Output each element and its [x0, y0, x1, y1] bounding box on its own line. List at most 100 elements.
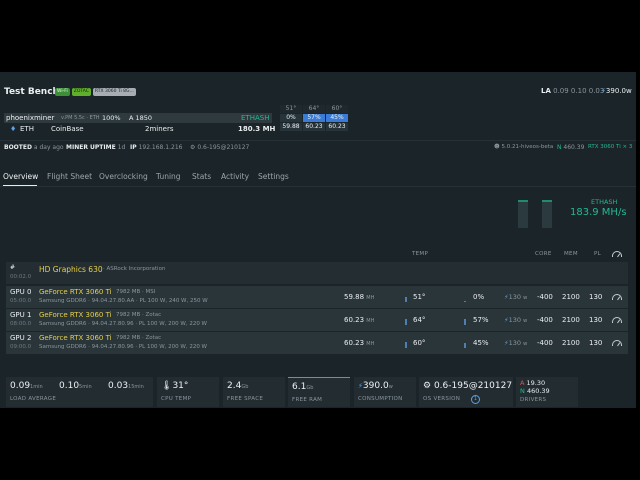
miner-coin: ETH [20, 125, 34, 133]
gpu-temp: 60° [413, 339, 426, 347]
col-core: CORE [535, 251, 552, 257]
os-build: ☻ 5.0.21-hiveos-beta [494, 144, 554, 150]
gpu-temp-bar [405, 297, 407, 302]
stat-consumption: ⚡390.0w CONSUMPTION [354, 377, 416, 407]
gpu-summary: RTX 3060 Ti × 3 [588, 144, 633, 150]
col-temp: TEMP [412, 251, 429, 257]
miner-percent: 100% [102, 114, 121, 122]
gpu-pl: 130 [589, 293, 603, 301]
ip-address: IP 192.168.1.216 [130, 144, 183, 151]
gpu-core: -400 [537, 316, 553, 324]
gpu-detail: Samsung GDDR6 · 94.04.27.80.AA · PL 100 … [39, 298, 208, 304]
gpu-fan-bar [464, 301, 466, 302]
rig-panel: Test Bench Wi-Fi ZOTAC RTX 3060 Ti 8G... L… [0, 72, 636, 408]
tab-tuning[interactable]: Tuning [156, 172, 181, 181]
gpu-mem: 2100 [562, 339, 580, 347]
gpu-temp: 51° [413, 293, 426, 301]
gpu-detail: Samsung GDDR6 · 94.04.27.80.96 · PL 100 … [39, 321, 207, 327]
gpu-pl: 130 [589, 316, 603, 324]
hashrate-mini-bar-2 [542, 200, 552, 228]
gpu-fan: 45% [473, 339, 489, 347]
thermometer-icon: 🌡 [161, 381, 173, 391]
gpu-row[interactable]: GPU 0 05:00.0 GeForce RTX 3060 Ti 7982 M… [6, 286, 628, 308]
gpu-row[interactable]: GPU 1 08:00.0 GeForce RTX 3060 Ti 7982 M… [6, 309, 628, 331]
gpu-row[interactable]: GPU 2 09:00.0 GeForce RTX 3060 Ti 7982 M… [6, 332, 628, 354]
tab-flight-sheet[interactable]: Flight Sheet [47, 172, 92, 181]
hive-icon: ⚙ [190, 144, 196, 151]
load-average-label: LOAD AVERAGE [10, 396, 57, 402]
gpu-hash: 60.23 MH [344, 339, 375, 347]
grid-fan-2: 45% [326, 114, 348, 122]
miner-name: phoenixminer [6, 114, 55, 122]
gpu-name: GeForce RTX 3060 Ti [39, 288, 112, 296]
gpu-bus: 08:00.0 [10, 321, 32, 327]
tag-wifi: Wi-Fi [55, 88, 70, 96]
miner-box[interactable]: phoenixminer v.PM 5.5c · ETH 100% A 1850… [4, 113, 276, 135]
gpu-power: ⚡130 w [504, 316, 528, 324]
nvidia-driver: N 460.39 [557, 144, 585, 151]
miner-version: v.PM 5.5c · ETH [61, 115, 100, 121]
grid-fan-1: 57% [303, 114, 325, 122]
gpu-name: GeForce RTX 3060 Ti [39, 311, 112, 319]
tab-overclocking[interactable]: Overclocking [99, 172, 148, 181]
gpu-name: GeForce RTX 3060 Ti [39, 334, 112, 342]
gpu-temp-bar [405, 319, 407, 325]
grid-hash-2: 60.23 [326, 123, 348, 131]
gauge-icon[interactable] [612, 294, 622, 300]
gpu-temp-bar [405, 342, 407, 348]
uptime: MINER UPTIME 1d [66, 144, 126, 151]
gpu-hash: 60.23 MH [344, 316, 375, 324]
gpu-hash: 59.88 MH [344, 293, 375, 301]
stat-cpu-temp: 🌡31° CPU TEMP [157, 377, 219, 407]
igpu-bus: 00:02.0 [10, 274, 32, 280]
gpu-mem: 2100 [562, 316, 580, 324]
linux-icon: ☻ [494, 144, 500, 150]
gpu-core: -400 [537, 339, 553, 347]
grid-hash-0: 59.88 [280, 123, 302, 131]
overview-algo: ETHASH [591, 198, 618, 206]
gpu-core: -400 [537, 293, 553, 301]
stat-os-version: ⚙ 0.6-195@210127 OS VERSION 1 [419, 377, 513, 407]
tab-activity[interactable]: Activity [221, 172, 249, 181]
stat-load-average: 0.091min 0.105min 0.0315min LOAD AVERAGE [6, 377, 153, 407]
hive-version: ⚙ 0.6-195@210127 [190, 144, 250, 151]
grid-temp-1: 64° [303, 105, 325, 113]
miner-row: phoenixminer v.PM 5.5c · ETH 100% A 1850… [4, 113, 272, 123]
gpu-id: GPU 2 [10, 334, 32, 342]
gpu-fan-bar [464, 319, 466, 325]
miner-hashrate: 180.3 MH [238, 125, 276, 133]
tabs-divider [0, 186, 636, 187]
col-pl: PL [594, 251, 601, 257]
os-update-badge[interactable]: 1 [471, 395, 480, 404]
col-mem: MEM [564, 251, 578, 257]
gpu-mem: 2100 [562, 293, 580, 301]
gauge-icon[interactable] [612, 317, 622, 323]
gpu-power: ⚡130 w [504, 293, 528, 301]
tab-overview[interactable]: Overview [3, 172, 38, 181]
tab-settings[interactable]: Settings [258, 172, 289, 181]
igpu-name: HD Graphics 630 [39, 265, 103, 274]
gpu-power: ⚡130 w [504, 339, 528, 347]
power-header: ⚡390.0w [601, 87, 632, 95]
stat-free-space: 2.4Gb FREE SPACE [223, 377, 285, 407]
hashrate-mini-bar-1 [518, 200, 528, 228]
gpu-fan: 0% [473, 293, 485, 301]
grid-hash-1: 60.23 [303, 123, 325, 131]
info-line: BOOTED a day ago [4, 144, 64, 151]
miner-accepted: A 1850 [129, 114, 153, 122]
gpu-vram: 7982 MB · Zotac [116, 312, 162, 318]
gpu-fan-bar [464, 343, 466, 348]
tab-stats[interactable]: Stats [192, 172, 211, 181]
rig-tags: Wi-Fi ZOTAC RTX 3060 Ti 8G... [55, 88, 138, 96]
overview-hashrate: 183.9 MH/s [570, 207, 627, 218]
grid-temp-2: 60° [326, 105, 348, 113]
gpu-bus: 05:00.0 [10, 298, 32, 304]
stat-free-ram: 6.1Gb FREE RAM [288, 377, 350, 407]
gpu-id: GPU 1 [10, 311, 32, 319]
gpu-detail: Samsung GDDR6 · 94.04.27.80.96 · PL 100 … [39, 344, 207, 350]
gpu-vram: 7982 MB · MSI [116, 289, 156, 295]
miner-wallet: 2miners [145, 125, 174, 133]
gauge-icon[interactable] [612, 340, 622, 346]
col-gauge-icon [612, 251, 622, 257]
grid-temp-0: 51° [280, 105, 302, 113]
